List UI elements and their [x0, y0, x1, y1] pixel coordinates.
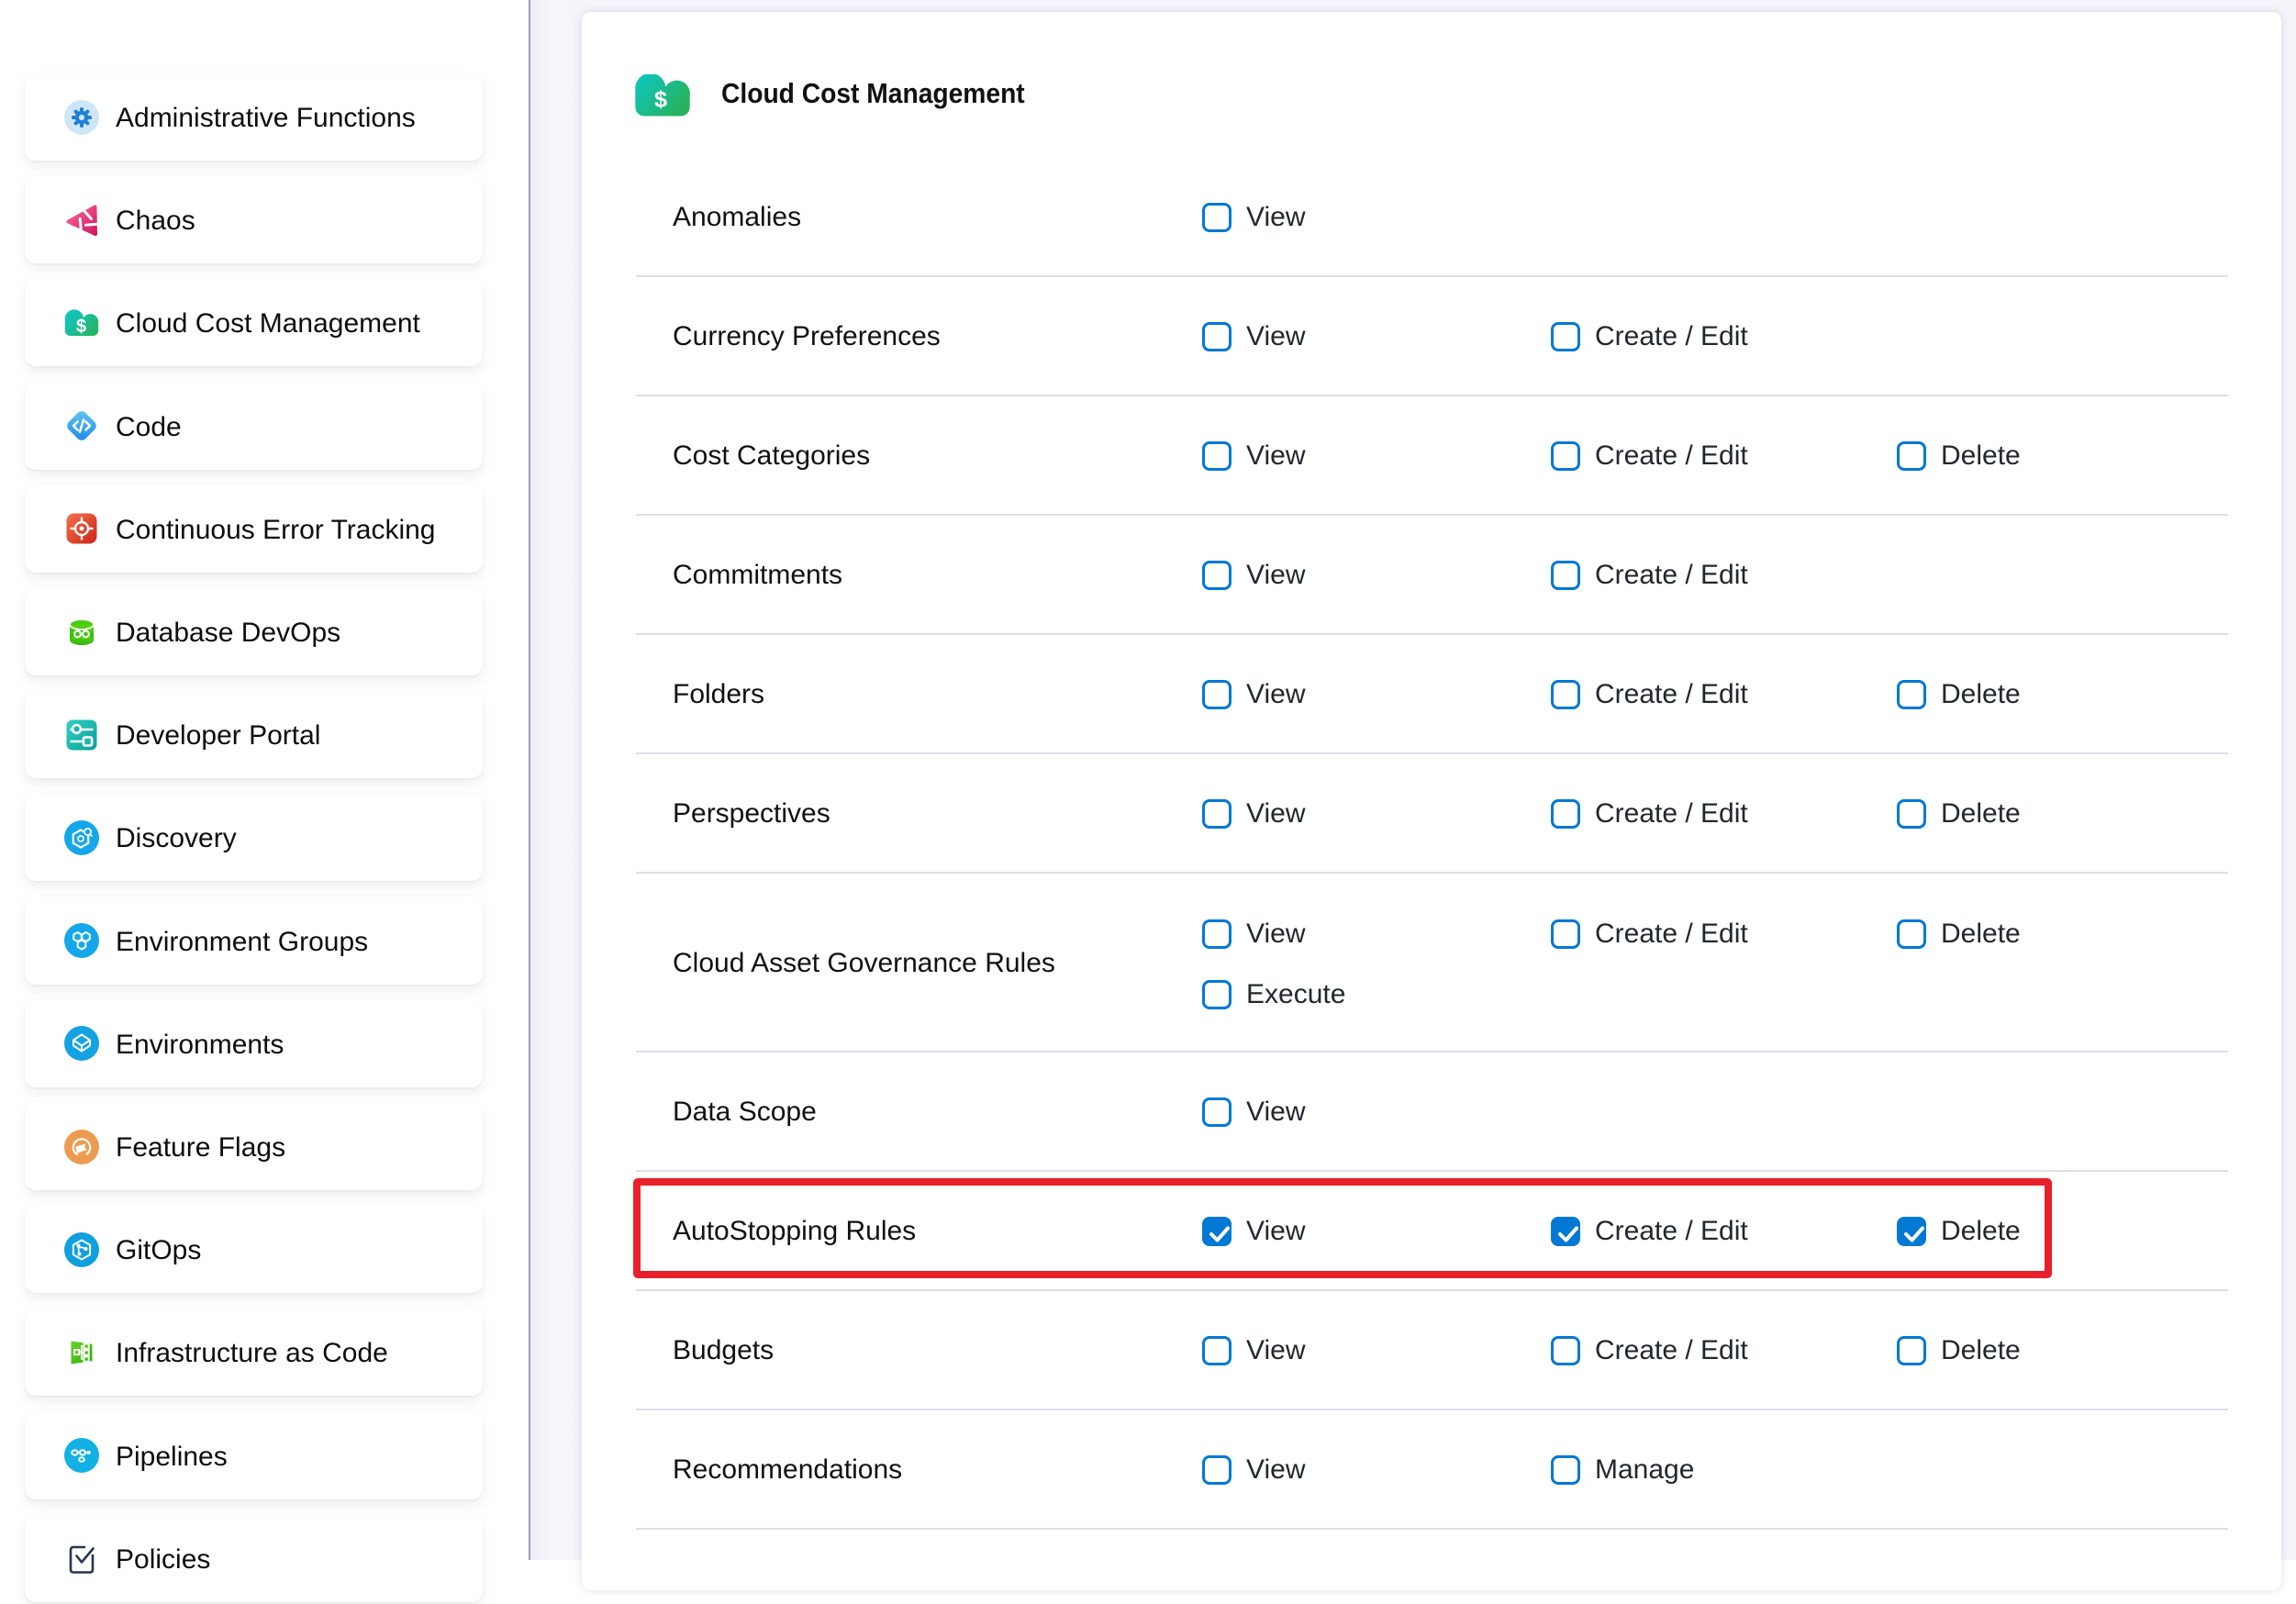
svg-text:$: $ — [654, 86, 667, 112]
svg-text:$: $ — [76, 317, 86, 337]
